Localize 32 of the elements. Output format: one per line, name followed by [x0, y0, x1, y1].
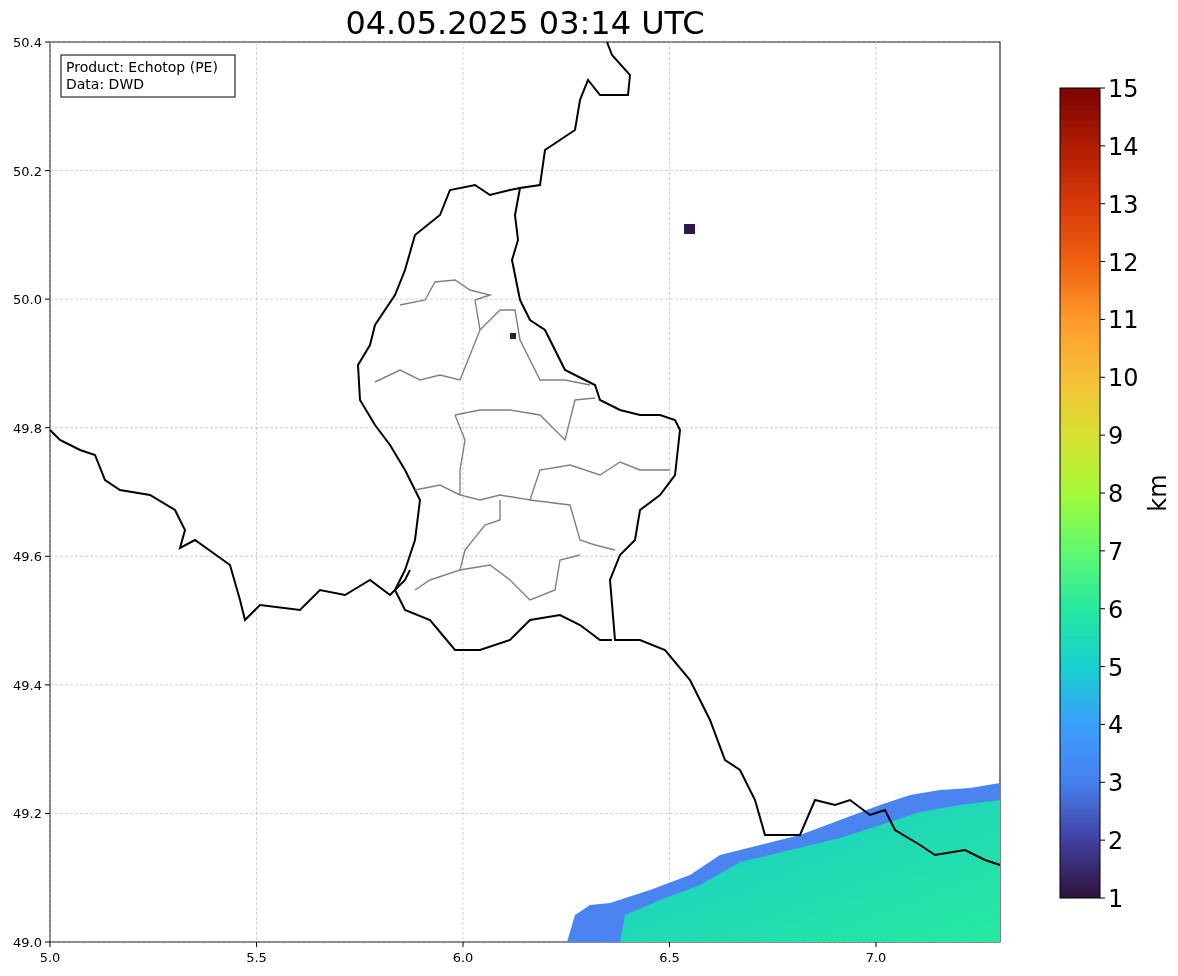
colorbar-tick-label: 15: [1108, 75, 1139, 103]
colorbar-tick-label: 10: [1108, 364, 1139, 393]
colorbar-tick-label: 11: [1108, 306, 1139, 335]
colorbar-tick-label: 2: [1108, 827, 1124, 856]
x-tick-label: 7.0: [865, 950, 887, 965]
colorbar-tick-label: 3: [1108, 769, 1124, 798]
colorbar-tick-label: 7: [1108, 537, 1124, 566]
y-tick-label: 50.2: [13, 163, 42, 179]
info-text: Product: Echotop (PE): [66, 59, 218, 75]
colorbar-tick-label: 8: [1108, 480, 1124, 508]
colorbar-tick-label: 12: [1108, 248, 1139, 277]
x-tick-label: 6.0: [452, 950, 474, 965]
y-tick-label: 50.0: [13, 292, 42, 308]
y-tick-label: 49.2: [13, 806, 42, 822]
colorbar-label: km: [1144, 474, 1172, 512]
y-tick-label: 49.4: [13, 677, 42, 693]
x-tick-label: 5.0: [39, 950, 61, 965]
colorbar-tick-label: 4: [1108, 711, 1124, 740]
plot-title: 04.05.2025 03:14 UTC: [345, 4, 705, 42]
colorbar-tick-label: 14: [1108, 132, 1139, 161]
colorbar-tick-label: 5: [1108, 653, 1124, 682]
info-text: Data: DWD: [66, 76, 144, 92]
x-tick-label: 6.5: [659, 950, 680, 965]
colorbar-tick-label: 9: [1108, 422, 1124, 451]
y-tick-label: 49.6: [13, 549, 42, 565]
y-tick-label: 50.4: [13, 35, 42, 50]
colorbar-tick-label: 1: [1108, 885, 1124, 913]
y-tick-label: 49.8: [13, 420, 42, 436]
colorbar-tick-label: 6: [1108, 595, 1124, 624]
colorbar-tick-label: 13: [1108, 190, 1139, 219]
y-tick-label: 49.0: [13, 935, 42, 950]
x-tick-label: 5.5: [246, 950, 267, 965]
